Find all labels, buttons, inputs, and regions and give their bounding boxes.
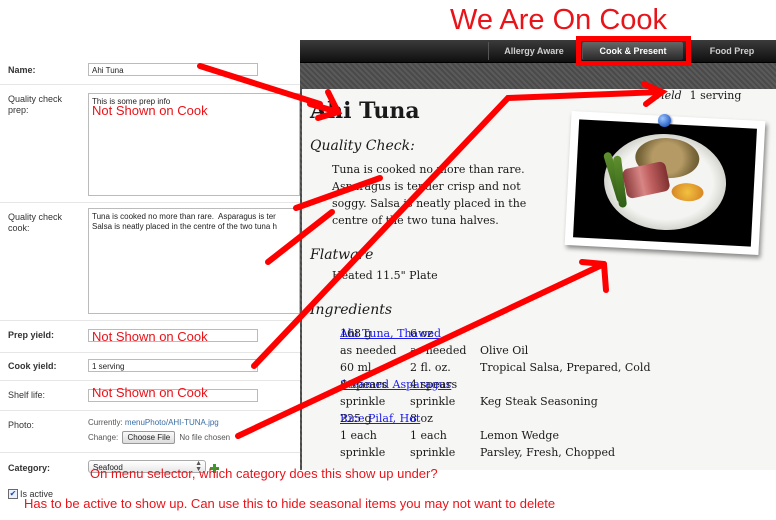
cook-yield-input[interactable]: 1 serving	[88, 359, 258, 372]
dish-photo	[564, 111, 766, 255]
recipe-edit-form: Name: Ahi Tuna Quality check prep: This …	[0, 0, 300, 520]
ingredient-row: as needed as needed Olive Oil	[340, 342, 760, 359]
annotation-active-note: Has to be active to show up. Can use thi…	[24, 496, 556, 511]
ingredient-imperial: 8 oz	[410, 412, 433, 425]
photo-label: Photo:	[8, 420, 35, 430]
ingredient-name: Olive Oil	[480, 344, 529, 357]
qc-cook-row: Quality check cook: Tuna is cooked no mo…	[0, 202, 300, 321]
annotation-not-shown-prep: Not Shown on Cook	[92, 103, 208, 118]
ingredient-imperial: as needed	[410, 344, 467, 357]
ingredient-imperial: sprinkle	[410, 446, 456, 459]
ingredient-metric: sprinkle	[340, 446, 386, 459]
yield-label: Yield	[654, 89, 682, 102]
annotation-not-shown-prep-yield: Not Shown on Cook	[92, 329, 208, 344]
prep-yield-label: Prep yield:	[8, 330, 55, 340]
ingredient-row: 1 each 1 each Lemon Wedge	[340, 427, 760, 444]
annotation-category-note: On menu selector, which category does th…	[90, 466, 438, 481]
cook-app-panel: Allergy Aware Cook & Present Food Prep A…	[300, 40, 776, 470]
ingredient-metric: sprinkle	[340, 395, 386, 408]
photo-file-link[interactable]: menuPhoto/AHI-TUNA.jpg	[125, 418, 219, 427]
ingredient-name: Lemon Wedge	[480, 429, 559, 442]
ingredient-row: 168 g6 oz Ahi Tuna, Thawed	[340, 325, 760, 342]
qc-prep-label: Quality check prep:	[8, 94, 63, 115]
tab-allergy-aware[interactable]: Allergy Aware	[488, 42, 579, 60]
ingredient-imperial: 1 each	[410, 429, 447, 442]
no-file-text: No file chosen	[179, 433, 231, 442]
ingredients-heading: Ingredients	[310, 302, 393, 318]
qc-prep-row: Quality check prep: This is some prep in…	[0, 84, 300, 203]
ingredient-row: 225 g8 oz Rice Pilaf, Hot	[340, 410, 760, 427]
ingredient-metric: 1 each	[340, 429, 377, 442]
dish-image	[573, 119, 757, 247]
name-row: Name: Ahi Tuna	[0, 56, 300, 85]
photo-row: Photo: Currently: menuPhoto/AHI-TUNA.jpg…	[0, 410, 300, 453]
flatware-value: Heated 11.5" Plate	[332, 269, 438, 282]
qc-cook-textarea[interactable]: Tuna is cooked no more than rare. Aspara…	[88, 208, 300, 314]
ingredient-metric: 225 g	[340, 412, 372, 425]
quality-heading: Quality Check:	[310, 138, 415, 154]
flatware-heading: Flatware	[310, 247, 374, 263]
ingredient-imperial: 6 oz	[410, 327, 433, 340]
name-label: Name:	[8, 65, 36, 75]
ingredient-imperial: 4 spears	[410, 378, 458, 391]
app-tab-bar: Allergy Aware Cook & Present Food Prep	[300, 40, 776, 63]
ingredient-metric: 168 g	[340, 327, 372, 340]
ingredient-row: sprinkle sprinkle Parsley, Fresh, Chopped	[340, 444, 760, 461]
quality-text: Tuna is cooked no more than rare. Aspara…	[332, 163, 527, 227]
choose-file-button[interactable]: Choose File	[122, 431, 176, 444]
qc-cook-label: Quality check cook:	[8, 212, 63, 233]
tab-food-prep[interactable]: Food Prep	[686, 42, 776, 60]
is-active-checkbox[interactable]: ✔	[8, 489, 18, 499]
annotation-we-are-on-cook: We Are On Cook	[450, 4, 668, 36]
yield-value: 1 serving	[689, 89, 742, 102]
ingredient-imperial: 2 fl. oz.	[410, 361, 451, 374]
ingredient-name: Tropical Salsa, Prepared, Cold	[480, 361, 651, 374]
ingredient-name: Parsley, Fresh, Chopped	[480, 446, 616, 459]
photo-currently-label: Currently:	[88, 418, 123, 427]
photo-change-label: Change:	[88, 433, 119, 442]
yield-line: Yield 1 serving	[654, 89, 741, 102]
ingredient-row: sprinkle sprinkle Keg Steak Seasoning	[340, 393, 760, 410]
cook-yield-label: Cook yield:	[8, 361, 57, 371]
annotation-not-shown-shelf: Not Shown on Cook	[92, 385, 208, 400]
ingredient-imperial: sprinkle	[410, 395, 456, 408]
photo-current-line: Currently: menuPhoto/AHI-TUNA.jpg	[88, 418, 219, 427]
ingredient-metric: 60 ml	[340, 361, 372, 374]
annotation-cook-tab-box	[576, 36, 691, 66]
name-input[interactable]: Ahi Tuna	[88, 63, 258, 76]
ingredient-name: Keg Steak Seasoning	[480, 395, 598, 408]
push-pin-icon	[658, 114, 671, 127]
shelf-life-label: Shelf life:	[8, 390, 46, 400]
category-label: Category:	[8, 463, 51, 473]
cook-yield-row: Cook yield: 1 serving	[0, 352, 300, 381]
recipe-title: Ahi Tuna	[310, 98, 420, 124]
ingredient-metric: as needed	[340, 344, 397, 357]
ingredient-metric: 4 spears	[340, 378, 388, 391]
photo-change-line: Change: Choose File No file chosen	[88, 431, 230, 444]
ingredient-row: 60 ml 2 fl. oz. Tropical Salsa, Prepared, …	[340, 359, 760, 376]
ingredient-row: 4 spears 4 spears Steamed Asparagus	[340, 376, 760, 393]
